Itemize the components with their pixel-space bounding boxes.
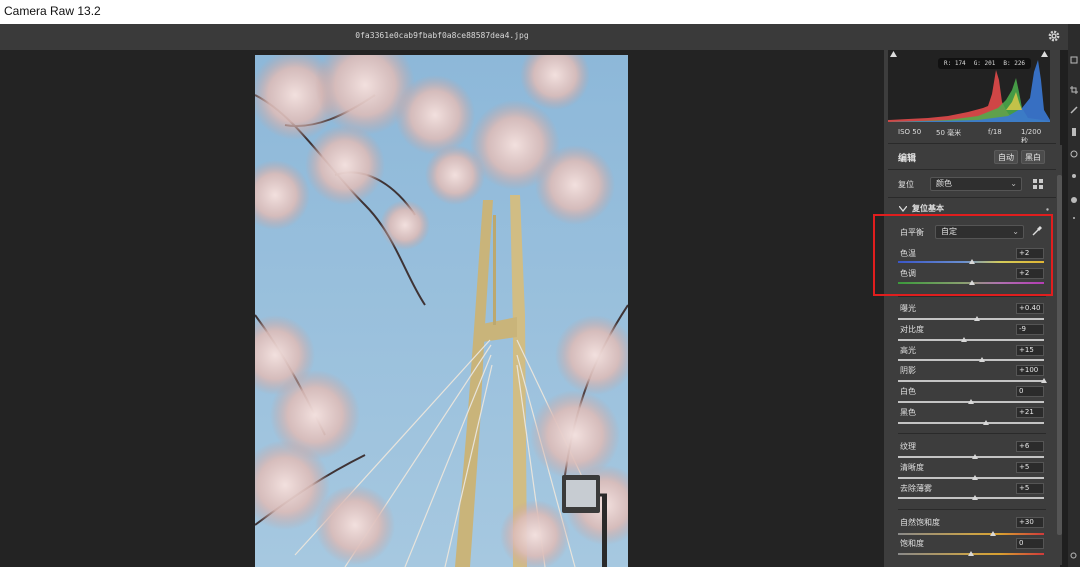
divider [898, 296, 1046, 297]
presets-icon[interactable] [1070, 196, 1078, 204]
basic-section-title[interactable]: 复位基本 [912, 203, 944, 214]
r-value: R: 174 [944, 60, 966, 67]
radial-filter-icon[interactable] [1070, 150, 1078, 158]
blacks-track[interactable] [898, 422, 1044, 424]
rgb-readout: R: 174 G: 201 B: 226 [938, 58, 1032, 69]
slider-value-input[interactable]: +100 [1016, 365, 1044, 376]
shadow-clipping-icon[interactable] [890, 51, 897, 57]
redeye-tool-icon[interactable] [1070, 172, 1078, 180]
profile-browser-icon[interactable] [1033, 179, 1043, 189]
crop-tool-icon[interactable] [1070, 86, 1078, 94]
divider [888, 197, 1056, 198]
chevron-down-icon: ⌄ [1010, 179, 1017, 188]
app-title: Camera Raw 13.2 [4, 4, 101, 18]
slider-label: 自然饱和度 [900, 518, 940, 527]
slider-label: 去除薄雾 [900, 484, 932, 493]
exif-info: ISO 50 50 毫米 f/18 1/200 秒 [898, 128, 1044, 145]
slider-label: 白色 [900, 387, 916, 396]
slider-label: 清晰度 [900, 463, 924, 472]
histogram: R: 174 G: 201 B: 226 [888, 50, 1050, 122]
slider-value-input[interactable]: +30 [1016, 517, 1044, 528]
slider-value-input[interactable]: +6 [1016, 441, 1044, 452]
slider-value-input[interactable]: 0 [1016, 386, 1044, 397]
slider-value-input[interactable]: +15 [1016, 345, 1044, 356]
slider-thumb[interactable] [983, 420, 990, 425]
slider-label: 对比度 [900, 325, 924, 334]
auto-button[interactable]: 自动 [994, 150, 1018, 164]
focal-length: 50 毫米 [936, 129, 962, 137]
slider-label: 黑色 [900, 408, 916, 417]
panel-scrollbar[interactable] [1057, 145, 1062, 565]
contrast-track[interactable] [898, 339, 1044, 341]
more-icon[interactable] [1070, 214, 1078, 222]
vibrance-track[interactable] [898, 533, 1044, 535]
divider [898, 433, 1046, 434]
exposure-track[interactable] [898, 318, 1044, 320]
slider-value-input[interactable]: +0.40 [1016, 303, 1044, 314]
profile-label: 复位 [898, 180, 914, 189]
slider-thumb[interactable] [989, 531, 996, 536]
texture-track[interactable] [898, 456, 1044, 458]
heal-tool-icon[interactable] [1070, 106, 1078, 114]
slider-thumb[interactable] [978, 357, 985, 362]
slider-label: 高光 [900, 346, 916, 355]
divider [898, 509, 1046, 510]
brush-tool-icon[interactable] [1070, 128, 1078, 136]
shadows-track[interactable] [898, 380, 1044, 382]
aperture: f/18 [988, 128, 1002, 136]
scrollbar-thumb[interactable] [1057, 175, 1062, 535]
slider-thumb[interactable] [973, 316, 980, 321]
slider-label: 曝光 [900, 304, 916, 313]
slider-label: 饱和度 [900, 539, 924, 548]
section-visibility-icon[interactable] [1045, 207, 1050, 212]
gear-icon[interactable] [1047, 29, 1061, 43]
slider-label: 阴影 [900, 366, 916, 375]
g-value: G: 201 [973, 60, 996, 67]
highlight-clipping-icon[interactable] [1041, 51, 1048, 57]
slider-value-input[interactable]: +5 [1016, 462, 1044, 473]
profile-dropdown[interactable]: 颜色 ⌄ [930, 177, 1022, 191]
slider-value-input[interactable]: -9 [1016, 324, 1044, 335]
profile-value: 颜色 [936, 179, 952, 188]
divider [888, 169, 1056, 170]
divider [888, 143, 1056, 144]
slider-thumb[interactable] [972, 454, 979, 459]
highlights-track[interactable] [898, 359, 1044, 361]
slider-thumb[interactable] [968, 551, 974, 556]
top-bar: 0fa3361e0cab9fbabf0a8ce88587dea4.jpg [0, 24, 1080, 50]
slider-value-input[interactable]: 0 [1016, 538, 1044, 549]
slider-thumb[interactable] [971, 475, 978, 480]
slider-value-input[interactable]: +5 [1016, 483, 1044, 494]
b-value: B: 226 [1003, 60, 1026, 67]
iso-value: ISO 50 [898, 128, 922, 136]
title-bar: Camera Raw 13.2 [0, 0, 1080, 24]
black-white-button[interactable]: 黑白 [1021, 150, 1045, 164]
photo-preview[interactable] [255, 55, 628, 567]
slider-thumb[interactable] [968, 399, 974, 404]
slider-label: 纹理 [900, 442, 916, 451]
annotation-highlight-box [873, 214, 1053, 296]
slider-thumb[interactable] [1041, 378, 1047, 383]
filename-label: 0fa3361e0cab9fbabf0a8ce88587dea4.jpg [355, 31, 529, 40]
zoom-icon[interactable] [1070, 552, 1078, 560]
slider-thumb[interactable] [971, 495, 978, 500]
collapse-chevron-icon[interactable] [899, 206, 907, 212]
slider-thumb[interactable] [961, 337, 968, 342]
edit-tool-icon[interactable] [1070, 56, 1078, 64]
edit-title: 编辑 [898, 154, 917, 164]
slider-value-input[interactable]: +21 [1016, 407, 1044, 418]
